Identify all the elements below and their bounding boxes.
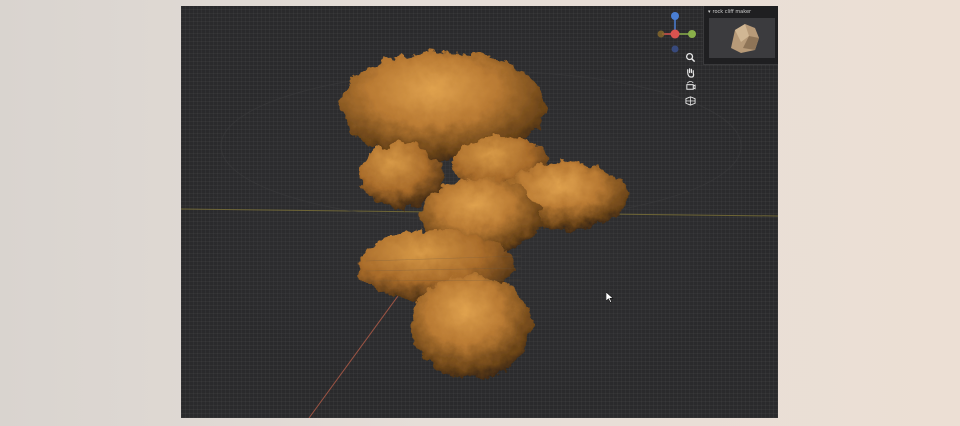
preview-header[interactable]: ▾ rock cliff maker — [704, 6, 778, 17]
mouse-cursor-icon — [606, 292, 614, 303]
hand-pan-icon[interactable] — [683, 65, 697, 79]
preview-thumbnail[interactable] — [709, 18, 775, 58]
zoom-icon[interactable] — [683, 50, 697, 64]
preview-title: rock cliff maker — [712, 8, 752, 15]
camera-orbit-icon[interactable] — [683, 79, 697, 93]
grid-view-icon[interactable] — [683, 93, 697, 107]
chevron-down-icon[interactable]: ▾ — [708, 9, 711, 15]
3d-viewport[interactable]: ▾ rock cliff maker — [181, 6, 778, 418]
neg-y-axis-handle — [657, 30, 665, 38]
preview-panel: ▾ rock cliff maker — [703, 6, 778, 65]
navigation-gizmo[interactable] — [656, 8, 702, 54]
z-axis-handle — [671, 12, 679, 20]
x-axis-handle — [670, 29, 680, 39]
y-axis-handle — [688, 30, 696, 38]
neg-z-axis-handle — [671, 45, 679, 53]
